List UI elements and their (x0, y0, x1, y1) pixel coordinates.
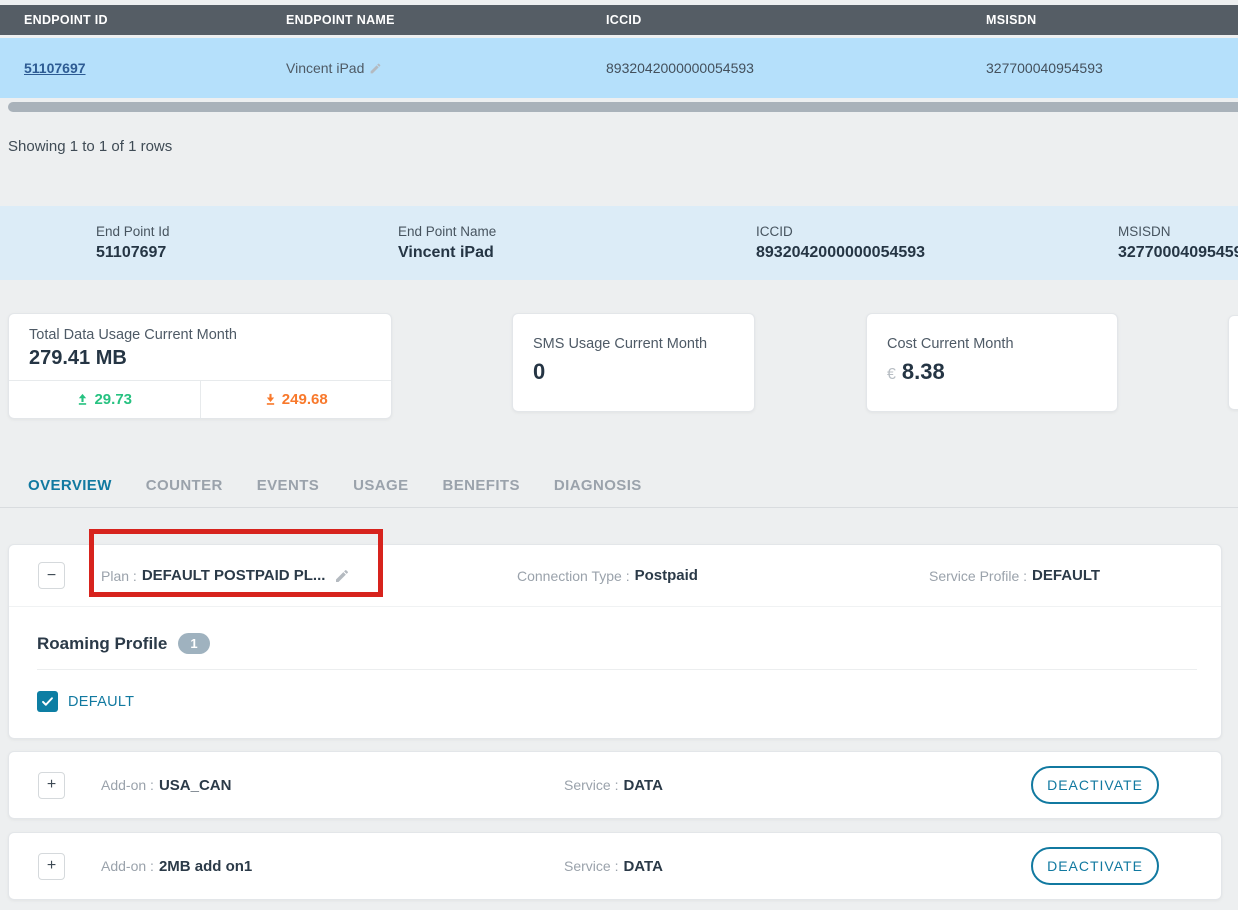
tabs-divider (0, 507, 1238, 508)
download-icon (264, 393, 277, 406)
msisdn-cell: 327700040954593 (986, 60, 1238, 76)
detail-label: End Point Name (398, 224, 756, 239)
detail-value: 51107697 (96, 244, 398, 262)
iccid-cell: 8932042000000054593 (606, 60, 986, 76)
roaming-count-badge: 1 (178, 633, 209, 654)
cost-label: Cost Current Month (887, 336, 1097, 352)
detail-field-iccid: ICCID 8932042000000054593 (756, 224, 1118, 262)
detail-label: MSISDN (1118, 224, 1238, 239)
pagination-summary: Showing 1 to 1 of 1 rows (8, 138, 1238, 155)
endpoint-detail-bar: End Point Id 51107697 End Point Name Vin… (0, 206, 1238, 280)
upload-icon (76, 393, 89, 406)
plan-value: DEFAULT POSTPAID PL... (142, 567, 326, 584)
service-profile-value: DEFAULT (1032, 567, 1100, 584)
roaming-default-checkbox[interactable] (37, 691, 58, 712)
data-usage-label: Total Data Usage Current Month (29, 327, 371, 343)
currency-symbol: € (887, 366, 896, 383)
roaming-profile-title: Roaming Profile (37, 634, 167, 654)
column-header-endpoint-id[interactable]: ENDPOINT ID (24, 13, 286, 27)
endpoint-table-header: ENDPOINT ID ENDPOINT NAME ICCID MSISDN (0, 5, 1238, 35)
addon-label: Add-on : (101, 858, 154, 874)
detail-field-endpoint-id: End Point Id 51107697 (96, 224, 398, 262)
plan-panel: − Plan : DEFAULT POSTPAID PL... Connecti… (8, 544, 1222, 739)
sms-usage-card: SMS Usage Current Month 0 (512, 313, 755, 412)
tab-benefits[interactable]: BENEFITS (443, 477, 520, 494)
deactivate-button[interactable]: DEACTIVATE (1031, 847, 1159, 885)
connection-type-label: Connection Type : (517, 568, 630, 584)
detail-field-msisdn: MSISDN 327700040954593 (1118, 224, 1238, 262)
column-header-iccid[interactable]: ICCID (606, 13, 986, 27)
check-icon (41, 695, 54, 708)
service-label: Service : (564, 858, 618, 874)
table-row[interactable]: 51107697 Vincent iPad 893204200000005459… (0, 38, 1238, 98)
horizontal-scrollbar[interactable] (8, 102, 1238, 112)
deactivate-button[interactable]: DEACTIVATE (1031, 766, 1159, 804)
cost-value: 8.38 (902, 359, 945, 384)
data-usage-value: 279.41 MB (29, 347, 371, 370)
annotation-red-box (89, 529, 383, 597)
expand-addon-button[interactable]: + (38, 853, 65, 880)
detail-label: ICCID (756, 224, 1118, 239)
column-header-endpoint-name[interactable]: ENDPOINT NAME (286, 13, 606, 27)
cost-card: Cost Current Month €8.38 (866, 313, 1118, 412)
endpoint-name-cell: Vincent iPad (286, 60, 364, 76)
addon-name: USA_CAN (159, 777, 232, 794)
sms-usage-label: SMS Usage Current Month (533, 336, 734, 352)
tab-usage[interactable]: USAGE (353, 477, 408, 494)
sms-usage-value: 0 (533, 359, 734, 385)
tab-events[interactable]: EVENTS (257, 477, 319, 494)
endpoint-id-link[interactable]: 51107697 (24, 60, 86, 76)
tab-overview[interactable]: OVERVIEW (28, 477, 112, 494)
column-header-msisdn[interactable]: MSISDN (986, 13, 1238, 27)
service-value: DATA (623, 777, 662, 794)
addon-label: Add-on : (101, 777, 154, 793)
data-usage-card: Total Data Usage Current Month 279.41 MB… (8, 313, 392, 419)
roaming-profile-section: Roaming Profile 1 DEFAULT (9, 607, 1221, 738)
detail-value: Vincent iPad (398, 244, 756, 262)
plan-row: − Plan : DEFAULT POSTPAID PL... Connecti… (9, 545, 1221, 607)
stat-cards-row: Total Data Usage Current Month 279.41 MB… (0, 313, 1238, 419)
detail-label: End Point Id (96, 224, 398, 239)
service-profile-label: Service Profile : (929, 568, 1027, 584)
detail-tabs: OVERVIEW COUNTER EVENTS USAGE BENEFITS D… (0, 477, 1238, 494)
roaming-divider (37, 669, 1197, 670)
service-value: DATA (623, 858, 662, 875)
detail-value: 327700040954593 (1118, 244, 1238, 262)
download-value: 249.68 (282, 391, 328, 408)
addon-panel-usa-can: + Add-on : USA_CAN Service : DATA DEACTI… (8, 751, 1222, 819)
tab-counter[interactable]: COUNTER (146, 477, 223, 494)
addon-name: 2MB add on1 (159, 858, 252, 875)
edit-plan-icon[interactable] (334, 568, 350, 584)
collapse-plan-button[interactable]: − (38, 562, 65, 589)
roaming-option-label: DEFAULT (68, 694, 134, 710)
connection-type-value: Postpaid (635, 567, 698, 584)
expand-addon-button[interactable]: + (38, 772, 65, 799)
partial-card (1228, 315, 1238, 410)
upload-value: 29.73 (94, 391, 132, 408)
addon-panel-2mb: + Add-on : 2MB add on1 Service : DATA DE… (8, 832, 1222, 900)
endpoint-table: ENDPOINT ID ENDPOINT NAME ICCID MSISDN 5… (0, 5, 1238, 112)
detail-value: 8932042000000054593 (756, 244, 1118, 262)
detail-field-endpoint-name: End Point Name Vincent iPad (398, 224, 756, 262)
edit-name-icon[interactable] (369, 62, 382, 75)
service-label: Service : (564, 777, 618, 793)
tab-diagnosis[interactable]: DIAGNOSIS (554, 477, 642, 494)
plan-label: Plan : (101, 568, 137, 584)
